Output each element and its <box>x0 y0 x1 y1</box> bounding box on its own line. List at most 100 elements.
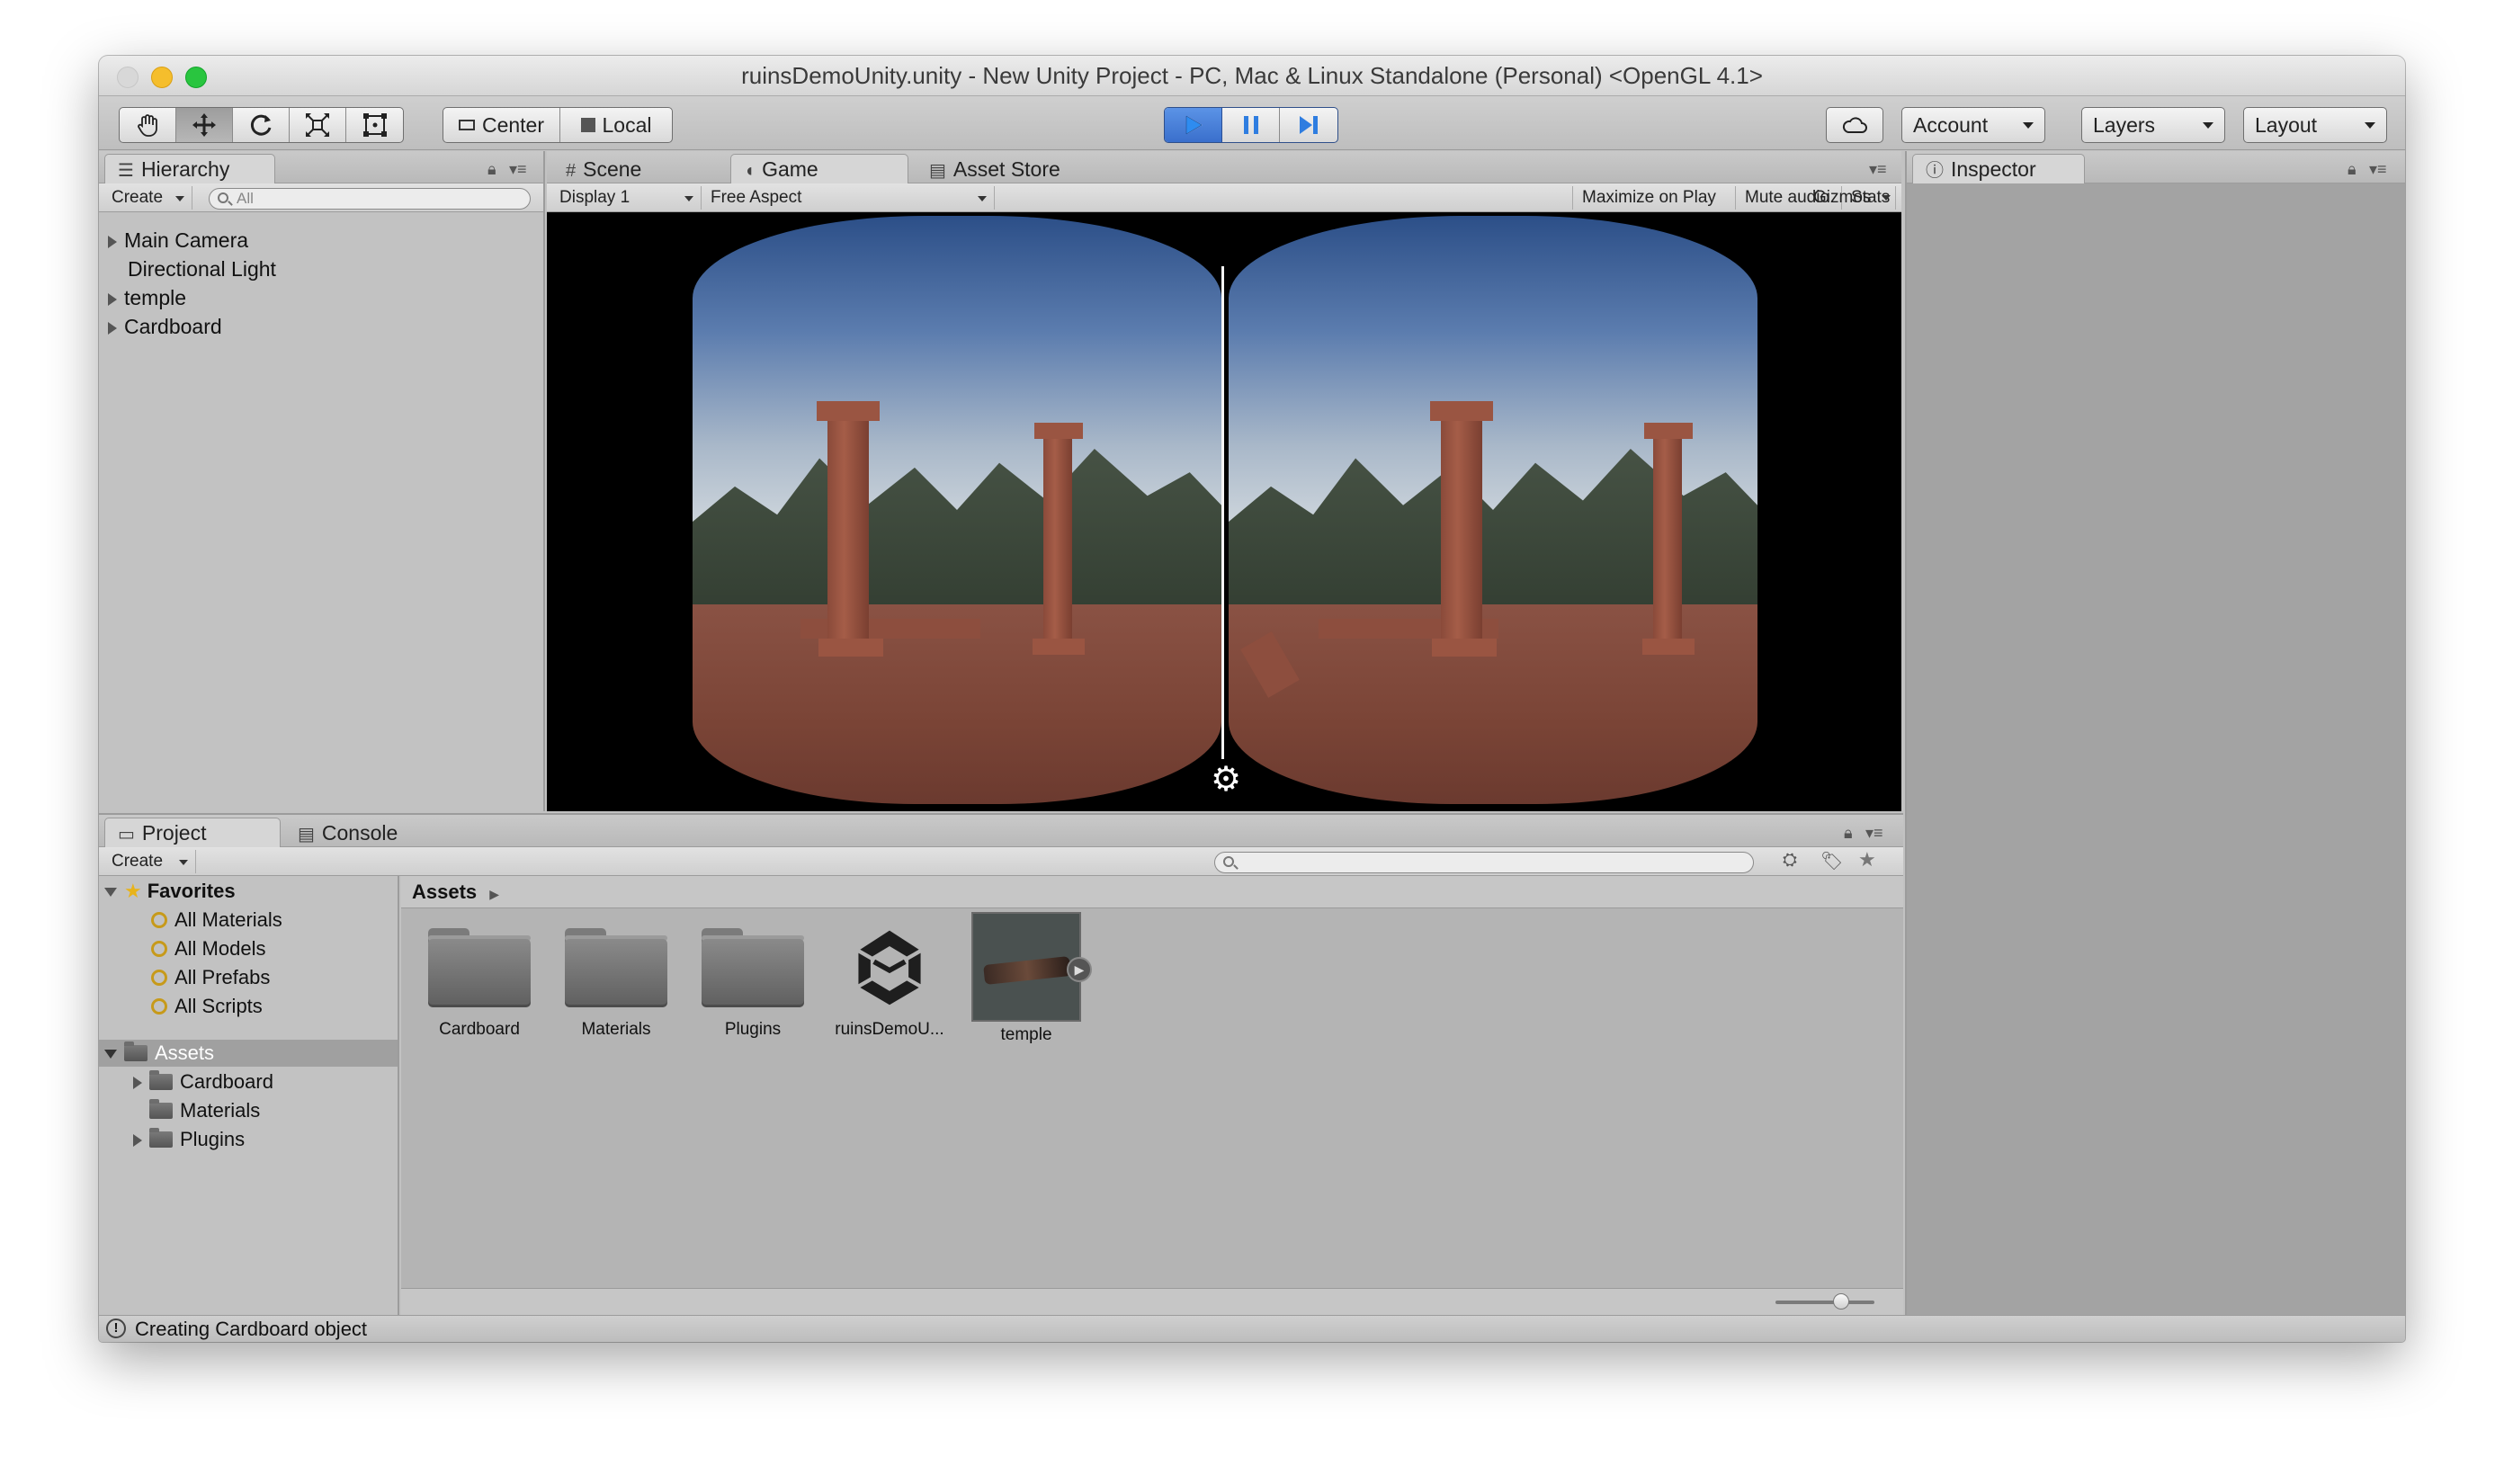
assets-root-label: Assets <box>155 1041 215 1064</box>
step-button[interactable] <box>1280 108 1337 142</box>
pivot-local-toggle[interactable]: Local <box>560 108 672 142</box>
assets-root-item[interactable]: Assets <box>99 1040 398 1067</box>
tab-game-label: Game <box>762 157 818 181</box>
folder-item-plugins[interactable]: Plugins <box>133 1126 245 1153</box>
hierarchy-item-main-camera[interactable]: Main Camera <box>108 227 248 254</box>
hierarchy-item-cardboard[interactable]: Cardboard <box>108 313 222 340</box>
asset-item-temple[interactable]: ▶ temple <box>968 912 1092 1045</box>
status-message: Creating Cardboard object <box>135 1318 368 1340</box>
expand-arrow-icon[interactable] <box>133 1134 142 1148</box>
panel-menu-icon[interactable]: ▾≡ <box>509 160 527 179</box>
tab-asset-store[interactable]: ▤ Asset Store <box>916 154 1104 183</box>
favorite-item[interactable]: All Models <box>151 935 265 962</box>
slider-thumb[interactable] <box>1832 1293 1849 1310</box>
inspector-panel: ⓘ Inspector 🔒︎ ▾≡ <box>1905 151 2405 1315</box>
layers-dropdown[interactable]: Layers <box>2081 107 2225 143</box>
lock-icon[interactable]: 🔒︎ <box>487 160 496 179</box>
game-viewport[interactable]: ⚙ <box>547 212 1901 811</box>
scale-tool-button[interactable] <box>290 108 346 142</box>
tab-console[interactable]: ▤ Console <box>284 818 446 847</box>
asset-item-plugins[interactable]: Plugins <box>694 926 811 1040</box>
icon-size-slider[interactable] <box>1775 1293 1874 1310</box>
asset-item-materials[interactable]: Materials <box>558 926 675 1040</box>
expand-arrow-icon[interactable] <box>108 235 117 248</box>
star-icon[interactable]: ★ <box>1858 848 1876 872</box>
collapse-arrow-icon[interactable] <box>104 1050 117 1059</box>
account-dropdown[interactable]: Account <box>1901 107 2045 143</box>
panel-menu-icon[interactable]: ▾≡ <box>1869 160 1887 179</box>
search-by-type-icon[interactable]: ⛭ <box>1783 850 1797 871</box>
folder-item-materials[interactable]: Materials <box>149 1097 260 1124</box>
favorites-label: Favorites <box>147 880 236 902</box>
pivot-toggles: Center Local <box>443 107 673 143</box>
cloud-icon <box>1842 117 1867 133</box>
hand-tool-button[interactable] <box>120 108 176 142</box>
favorite-label: All Materials <box>174 908 282 931</box>
cloud-button-inner[interactable] <box>1827 108 1882 142</box>
gizmos-dropdown[interactable]: Gizmos <box>1804 186 1898 210</box>
move-tool-button[interactable] <box>176 108 233 142</box>
close-window-button[interactable] <box>117 67 139 88</box>
asset-item-cardboard[interactable]: Cardboard <box>421 926 538 1040</box>
tab-scene[interactable]: # Scene <box>552 154 705 183</box>
grid-icon: # <box>566 161 577 181</box>
favorite-item[interactable]: All Prefabs <box>151 964 270 991</box>
folder-icon: ▭ <box>118 825 135 845</box>
aspect-select[interactable]: Free Aspect <box>702 186 995 210</box>
chevron-right-icon: ▶ <box>489 887 500 901</box>
expand-arrow-icon[interactable] <box>108 321 117 335</box>
tab-game[interactable]: ◖ Game <box>730 154 908 183</box>
hierarchy-search-input[interactable]: All <box>209 188 531 210</box>
favorite-label: All Models <box>174 937 266 960</box>
asset-label: ruinsDemoU... <box>835 1020 944 1039</box>
hierarchy-item-temple[interactable]: temple <box>108 284 186 311</box>
chevron-down-icon <box>1882 195 1891 201</box>
tab-inspector-label: Inspector <box>1951 157 2036 181</box>
rect-tool-button[interactable] <box>346 108 403 142</box>
rect-transform-icon <box>362 113 387 137</box>
tab-console-label: Console <box>321 821 398 845</box>
display-select[interactable]: Display 1 <box>550 186 702 210</box>
tab-hierarchy[interactable]: ☰ Hierarchy <box>104 154 275 183</box>
expand-arrow-icon[interactable] <box>133 1077 142 1090</box>
temple-pillar <box>1441 416 1482 648</box>
tag-icon[interactable]: 🏷︎ <box>1820 850 1843 872</box>
expand-arrow-icon[interactable] <box>108 292 117 306</box>
minimize-window-button[interactable] <box>151 67 173 88</box>
folder-item-cardboard[interactable]: Cardboard <box>133 1068 273 1095</box>
gear-icon[interactable]: ⚙ <box>1209 763 1243 797</box>
favorite-item[interactable]: All Scripts <box>151 993 263 1020</box>
pivot-center-toggle[interactable]: Center <box>443 108 560 142</box>
tab-project-label: Project <box>141 821 207 845</box>
game-subbar: Display 1 Free Aspect Maximize on Play M… <box>547 183 1901 212</box>
panel-menu-icon[interactable]: ▾≡ <box>1865 824 1883 843</box>
collab-cloud-button[interactable] <box>1826 107 1883 143</box>
hierarchy-create-button[interactable]: Create <box>103 186 192 210</box>
breadcrumb-assets[interactable]: Assets <box>412 881 477 903</box>
folder-icon <box>702 926 804 1007</box>
project-search-input[interactable] <box>1214 852 1754 873</box>
folder-icon <box>149 1070 173 1090</box>
tab-project[interactable]: ▭ Project <box>104 818 281 847</box>
project-create-button[interactable]: Create <box>103 850 196 873</box>
search-filter-icon <box>151 941 167 957</box>
expand-prefab-icon[interactable]: ▶ <box>1067 957 1092 982</box>
favorites-header[interactable]: ★ Favorites <box>104 878 236 905</box>
folder-label: Cardboard <box>180 1070 273 1093</box>
lock-icon[interactable]: 🔒︎ <box>2348 160 2356 179</box>
hierarchy-item-directional-light[interactable]: Directional Light <box>128 255 276 282</box>
collapse-arrow-icon[interactable] <box>104 888 117 898</box>
panel-menu-icon[interactable]: ▾≡ <box>2369 160 2387 179</box>
pause-button[interactable] <box>1222 108 1280 142</box>
favorite-item[interactable]: All Materials <box>151 907 282 934</box>
folder-icon <box>149 1128 173 1148</box>
maximize-on-play-toggle[interactable]: Maximize on Play <box>1572 186 1736 210</box>
search-icon <box>1223 856 1234 867</box>
rotate-tool-button[interactable] <box>233 108 290 142</box>
maximize-window-button[interactable] <box>185 67 207 88</box>
asset-item-scene[interactable]: ruinsDemoU... <box>831 926 948 1040</box>
layout-dropdown[interactable]: Layout <box>2243 107 2387 143</box>
lock-icon[interactable]: 🔒︎ <box>1844 824 1853 843</box>
play-button[interactable] <box>1165 108 1222 142</box>
tab-inspector[interactable]: ⓘ Inspector <box>1912 154 2085 183</box>
